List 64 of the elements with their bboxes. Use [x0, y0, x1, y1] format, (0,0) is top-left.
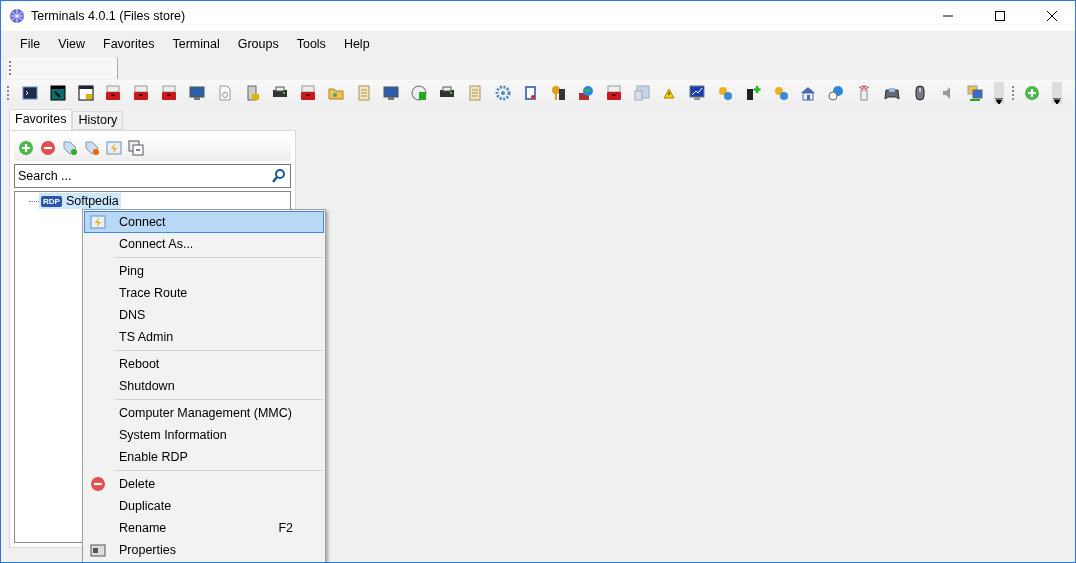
server-icon[interactable] — [744, 85, 761, 101]
context-menu-item[interactable]: Computer Management (MMC) — [84, 402, 324, 424]
context-menu-item[interactable]: Connect As... — [84, 233, 324, 255]
key-icon[interactable] — [550, 85, 567, 101]
menu-item[interactable]: View — [49, 36, 95, 51]
context-menu-item[interactable]: Duplicate — [84, 495, 324, 517]
add-icon — [18, 140, 34, 156]
tag-remove-icon — [84, 140, 100, 156]
app-logo-icon — [9, 8, 25, 24]
toolbox-icon[interactable] — [133, 85, 150, 101]
context-menu-item[interactable]: Ping — [84, 260, 324, 282]
window-icon[interactable] — [49, 85, 66, 101]
notebook-icon[interactable] — [522, 85, 539, 101]
window-lock-icon[interactable] — [77, 85, 94, 101]
menu-item[interactable]: Tools — [287, 36, 335, 51]
tag-add-icon — [62, 140, 78, 156]
folder-icon[interactable] — [327, 85, 344, 101]
context-menu-item[interactable]: TS Admin — [84, 326, 324, 348]
menu-item[interactable]: Help — [334, 36, 379, 51]
collapse-icon — [128, 140, 144, 156]
minus-icon — [90, 476, 106, 492]
close-icon[interactable] — [1047, 11, 1057, 21]
context-menu-item[interactable]: Enable RDP — [84, 446, 324, 468]
context-menu-item[interactable]: Delete — [84, 473, 324, 495]
toolbox-icon[interactable] — [605, 85, 622, 101]
network-icon[interactable] — [967, 85, 984, 101]
search-field[interactable]: Search ... — [14, 164, 291, 188]
globe-icon[interactable] — [577, 85, 594, 101]
tab[interactable]: Favorites — [9, 109, 73, 130]
context-menu-item[interactable]: Shutdown — [84, 375, 324, 397]
menu-item[interactable]: Terminal — [163, 36, 229, 51]
monitor-icon[interactable] — [383, 85, 400, 101]
lightning-icon — [106, 140, 122, 156]
window-title: Terminals 4.0.1 (Files store) — [31, 9, 187, 23]
caret-icon[interactable] — [1052, 98, 1061, 104]
gamepad-icon[interactable] — [883, 85, 900, 101]
remove-icon — [40, 140, 56, 156]
context-menu-item[interactable]: DNS — [84, 304, 324, 326]
maximize-icon[interactable] — [995, 11, 1005, 21]
context-menu-item[interactable]: Rename F2 — [84, 517, 324, 539]
add-icon — [1023, 85, 1040, 101]
toolbox-icon[interactable] — [105, 85, 122, 101]
tab[interactable]: History — [72, 111, 124, 130]
tree-item[interactable]: RDP Softpedia — [39, 193, 121, 209]
menu-item[interactable]: Groups — [228, 36, 288, 51]
menu-item[interactable]: Favorites — [94, 36, 164, 51]
context-menu-item[interactable]: Properties — [84, 539, 324, 561]
house-icon[interactable] — [800, 85, 817, 101]
context-menu-item[interactable]: Reboot — [84, 353, 324, 375]
context-menu-item[interactable]: Connect — [84, 211, 324, 233]
context-menu-item[interactable]: System Information — [84, 424, 324, 446]
menu-item[interactable]: File — [11, 36, 50, 51]
card-icon — [90, 542, 106, 558]
monitor-icon[interactable] — [188, 85, 205, 101]
gear-icon[interactable] — [494, 85, 511, 101]
search-icon — [271, 168, 287, 184]
rdp-badge: RDP — [41, 195, 62, 207]
caret-icon[interactable] — [994, 98, 1003, 104]
monitor-icon[interactable] — [689, 85, 706, 101]
context-menu-item[interactable]: Trace Route — [84, 282, 324, 304]
toolbox-icon[interactable] — [299, 85, 316, 101]
lightning-icon — [90, 214, 106, 230]
terminal-icon[interactable] — [22, 85, 38, 101]
toolbox-icon[interactable] — [161, 85, 177, 101]
